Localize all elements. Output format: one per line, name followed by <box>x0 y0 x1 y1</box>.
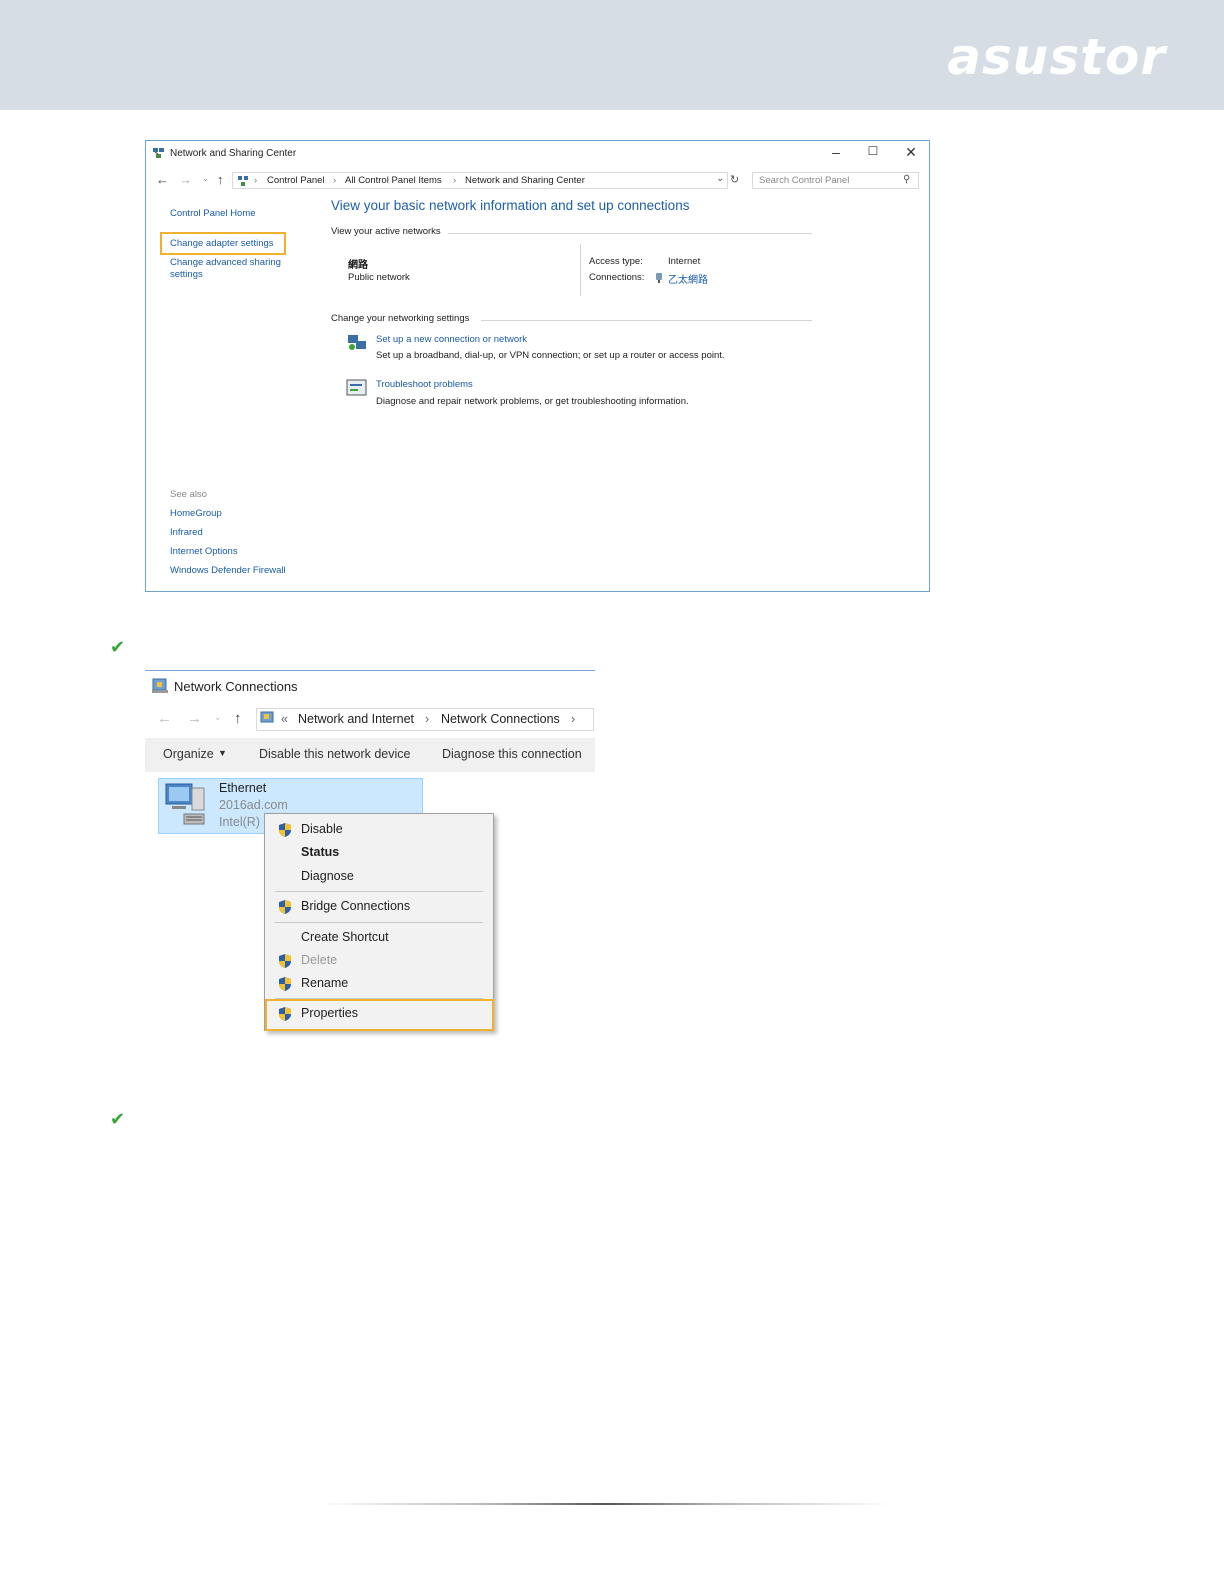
sidebar-change-sharing-line2[interactable]: settings <box>170 269 203 280</box>
ethernet-adapter-icon <box>165 783 205 825</box>
check-icon: ✔ <box>110 1109 126 1129</box>
menu-item-delete[interactable]: Delete <box>301 953 337 967</box>
adapter-domain: 2016ad.com <box>219 798 288 812</box>
menu-item-diagnose[interactable]: Diagnose <box>301 869 354 883</box>
change-settings-label: Change your networking settings <box>331 313 470 324</box>
connection-link[interactable]: 乙太網路 <box>668 271 708 286</box>
shield-icon <box>279 823 291 837</box>
breadcrumb-separator: › <box>254 175 258 186</box>
asustor-logo: asustor <box>947 28 1166 86</box>
diagnose-connection-button[interactable]: Diagnose this connection <box>442 747 582 761</box>
ethernet-plug-icon <box>656 273 662 283</box>
forward-arrow-icon[interactable]: → <box>179 172 192 187</box>
network-connections-icon <box>152 678 168 693</box>
troubleshoot-icon <box>346 379 367 396</box>
highlight-box <box>265 999 494 1031</box>
network-sharing-center-window: Network and Sharing Center – ☐ ✕ ← → ⌄ ↑… <box>145 140 930 592</box>
up-arrow-icon[interactable]: ↑ <box>234 710 242 727</box>
network-type: Public network <box>348 272 410 283</box>
shield-icon <box>279 900 291 914</box>
connections-label: Connections: <box>589 272 645 283</box>
close-button[interactable]: ✕ <box>901 144 921 161</box>
see-also-internet-options[interactable]: Internet Options <box>170 546 238 557</box>
menu-separator <box>275 891 483 892</box>
recent-chevron-icon[interactable]: ⌄ <box>202 174 209 183</box>
back-arrow-icon[interactable]: ← <box>156 172 169 187</box>
network-center-icon <box>153 148 164 158</box>
see-also-firewall[interactable]: Windows Defender Firewall <box>170 565 286 576</box>
menu-item-disable[interactable]: Disable <box>301 822 343 836</box>
organize-button[interactable]: Organize <box>163 747 214 761</box>
breadcrumb-control-panel[interactable]: Control Panel <box>267 175 325 186</box>
divider <box>481 320 812 321</box>
breadcrumb-network-center[interactable]: Network and Sharing Center <box>465 175 585 186</box>
up-arrow-icon[interactable]: ↑ <box>217 172 224 187</box>
divider <box>448 233 812 234</box>
recent-chevron-icon[interactable]: ⌄ <box>214 712 222 723</box>
search-input[interactable]: Search Control Panel ⚲ <box>752 172 919 189</box>
see-also-infrared[interactable]: Infrared <box>170 527 203 538</box>
breadcrumb-separator: › <box>425 712 430 726</box>
breadcrumb-overflow-icon[interactable]: « <box>281 712 288 726</box>
forward-arrow-icon[interactable]: → <box>187 710 202 727</box>
network-connections-icon <box>260 711 274 723</box>
see-also-label: See also <box>170 489 207 500</box>
setup-connection-description: Set up a broadband, dial-up, or VPN conn… <box>376 350 725 361</box>
menu-item-create-shortcut[interactable]: Create Shortcut <box>301 930 389 944</box>
menu-item-bridge[interactable]: Bridge Connections <box>301 899 410 913</box>
control-panel-icon <box>238 176 248 186</box>
search-placeholder: Search Control Panel <box>759 175 850 186</box>
check-icon: ✔ <box>110 637 126 657</box>
footer-divider <box>320 1503 890 1505</box>
organize-dropdown-icon[interactable]: ▼ <box>218 748 227 758</box>
setup-connection-link[interactable]: Set up a new connection or network <box>376 334 527 345</box>
active-networks-label: View your active networks <box>331 226 441 237</box>
shield-icon <box>279 954 291 968</box>
search-icon[interactable]: ⚲ <box>903 174 910 185</box>
menu-item-status[interactable]: Status <box>301 845 339 859</box>
disable-device-button[interactable]: Disable this network device <box>259 747 410 761</box>
access-type-label: Access type: <box>589 256 643 267</box>
breadcrumb-separator: › <box>333 175 337 186</box>
breadcrumb-all-items[interactable]: All Control Panel Items <box>345 175 442 186</box>
highlight-box <box>160 232 286 255</box>
maximize-button[interactable]: ☐ <box>863 144 883 158</box>
sidebar-control-panel-home[interactable]: Control Panel Home <box>170 208 256 219</box>
breadcrumb-network-connections[interactable]: Network Connections <box>441 712 560 726</box>
address-dropdown-icon[interactable]: ⌄ <box>716 173 724 184</box>
back-arrow-icon[interactable]: ← <box>157 710 172 727</box>
setup-connection-icon <box>348 335 366 350</box>
adapter-device: Intel(R) I <box>219 815 267 829</box>
troubleshoot-link[interactable]: Troubleshoot problems <box>376 379 473 390</box>
menu-separator <box>275 922 483 923</box>
window-title: Network and Sharing Center <box>170 148 297 159</box>
minimize-button[interactable]: – <box>826 144 846 160</box>
vertical-divider <box>580 244 581 296</box>
breadcrumb-network-internet[interactable]: Network and Internet <box>298 712 414 726</box>
see-also-homegroup[interactable]: HomeGroup <box>170 508 222 519</box>
adapter-name: Ethernet <box>219 781 267 795</box>
menu-item-rename[interactable]: Rename <box>301 976 348 990</box>
breadcrumb-separator: › <box>571 712 576 726</box>
access-type-value: Internet <box>668 256 701 267</box>
shield-icon <box>279 977 291 991</box>
address-bar[interactable]: › Control Panel › All Control Panel Item… <box>232 172 728 189</box>
refresh-icon[interactable]: ↻ <box>730 173 739 186</box>
window-top-border <box>145 670 595 671</box>
network-name: 網路 <box>348 260 368 271</box>
sidebar-change-sharing-line1[interactable]: Change advanced sharing <box>170 257 281 268</box>
page-heading: View your basic network information and … <box>331 198 690 213</box>
troubleshoot-description: Diagnose and repair network problems, or… <box>376 396 689 407</box>
breadcrumb-separator: › <box>453 175 457 186</box>
window2-title: Network Connections <box>174 679 298 694</box>
